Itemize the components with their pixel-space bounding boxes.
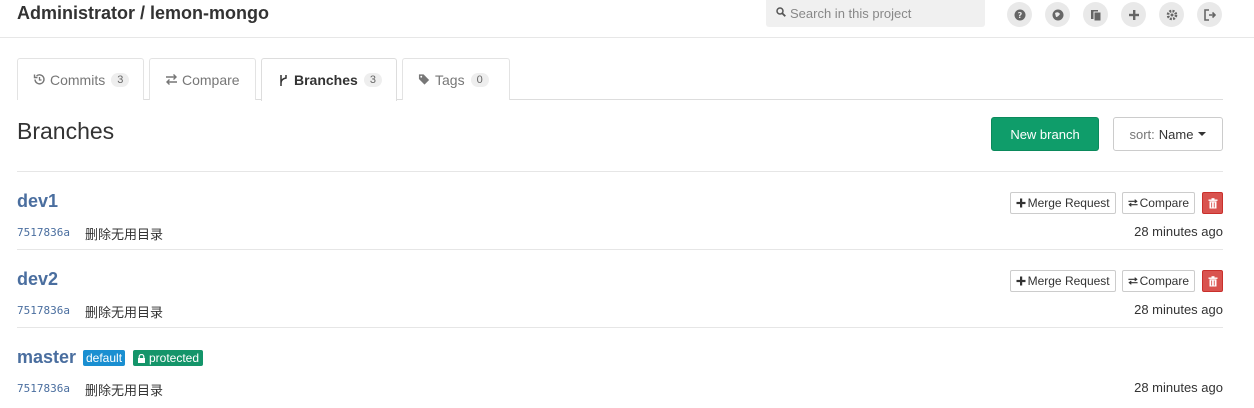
merge-request-button[interactable]: Merge Request bbox=[1009, 192, 1116, 214]
count-badge: 3 bbox=[363, 73, 382, 87]
commit-sha[interactable]: 7517836a bbox=[17, 382, 70, 395]
merge-request-label: Merge Request bbox=[1027, 196, 1110, 210]
project-title[interactable]: Administrator / lemon-mongo bbox=[17, 3, 269, 24]
compare-label: Compare bbox=[1139, 274, 1189, 288]
search-icon bbox=[776, 7, 786, 17]
merge-request-button[interactable]: Merge Request bbox=[1009, 270, 1116, 292]
merge-request-label: Merge Request bbox=[1027, 274, 1110, 288]
commit-message: 删除无用目录 bbox=[85, 305, 164, 320]
project-tabs: Commits 3 Compare Branches 3 Tags 0 bbox=[17, 58, 1223, 101]
protected-label: protected bbox=[149, 351, 200, 365]
tab-label: Tags bbox=[435, 71, 465, 88]
caret-down-icon bbox=[1198, 132, 1207, 136]
commit-sha[interactable]: 7517836a bbox=[17, 226, 70, 239]
plus-icon bbox=[1016, 276, 1026, 286]
commit-message: 删除无用目录 bbox=[85, 227, 164, 242]
tab-label: Commits bbox=[50, 71, 106, 88]
sort-value: Name bbox=[1158, 126, 1194, 142]
tab-tags[interactable]: Tags 0 bbox=[402, 58, 510, 100]
exchange-icon bbox=[1128, 199, 1138, 207]
tab-commits[interactable]: Commits 3 bbox=[17, 58, 144, 100]
tab-compare[interactable]: Compare bbox=[149, 58, 256, 100]
branch-actions: Merge Request Compare bbox=[1004, 270, 1223, 292]
compare-label: Compare bbox=[1139, 196, 1189, 210]
top-header: Administrator / lemon-mongo ? bbox=[0, 0, 1254, 38]
tab-label: Branches bbox=[294, 72, 358, 88]
new-branch-button[interactable]: New branch bbox=[991, 117, 1099, 151]
commit-time: 28 minutes ago bbox=[1134, 224, 1223, 239]
exchange-icon bbox=[166, 74, 177, 85]
globe-icon[interactable] bbox=[1045, 2, 1070, 27]
commit-sha[interactable]: 7517836a bbox=[17, 304, 70, 317]
search-box[interactable] bbox=[766, 0, 985, 27]
plus-icon[interactable] bbox=[1121, 2, 1146, 27]
branch-name[interactable]: dev2 bbox=[17, 269, 58, 290]
search-input[interactable] bbox=[790, 3, 980, 23]
help-icon[interactable]: ? bbox=[1007, 2, 1032, 27]
logout-icon[interactable] bbox=[1197, 2, 1222, 27]
exchange-icon bbox=[1128, 277, 1138, 285]
commit-time: 28 minutes ago bbox=[1134, 380, 1223, 395]
snippets-icon[interactable] bbox=[1083, 2, 1108, 27]
trash-icon bbox=[1208, 275, 1217, 286]
compare-button[interactable]: Compare bbox=[1121, 270, 1195, 292]
commit-time: 28 minutes ago bbox=[1134, 302, 1223, 317]
plus-icon bbox=[1016, 198, 1026, 208]
branch-row: dev2 Merge Request Compare 7517836a 删除无用… bbox=[17, 249, 1223, 327]
branch-list: dev1 Merge Request Compare 7517836a 删除无用… bbox=[17, 171, 1223, 405]
commit-message: 删除无用目录 bbox=[85, 383, 164, 398]
sort-label: sort: bbox=[1129, 126, 1155, 142]
delete-branch-button[interactable] bbox=[1202, 270, 1223, 292]
protected-badge: protected bbox=[133, 350, 204, 366]
branch-row: master default protected 7517836a 删除无用目录… bbox=[17, 327, 1223, 405]
lock-icon bbox=[138, 353, 145, 363]
compare-button[interactable]: Compare bbox=[1121, 192, 1195, 214]
sort-dropdown[interactable]: sort: Name bbox=[1113, 117, 1223, 151]
branch-name[interactable]: master bbox=[17, 347, 76, 368]
gear-icon[interactable] bbox=[1159, 2, 1184, 27]
branch-name[interactable]: dev1 bbox=[17, 191, 58, 212]
history-icon bbox=[33, 74, 45, 85]
branch-row: dev1 Merge Request Compare 7517836a 删除无用… bbox=[17, 171, 1223, 249]
default-badge: default bbox=[83, 350, 126, 366]
count-badge: 3 bbox=[111, 72, 130, 87]
page-title: Branches bbox=[17, 118, 115, 144]
delete-branch-button[interactable] bbox=[1202, 192, 1223, 214]
tab-label: Compare bbox=[182, 71, 240, 88]
branch-actions: Merge Request Compare bbox=[1004, 192, 1223, 214]
trash-icon bbox=[1208, 197, 1217, 208]
tab-branches[interactable]: Branches 3 bbox=[261, 58, 397, 101]
tag-icon bbox=[418, 74, 430, 85]
branch-icon bbox=[280, 74, 287, 86]
count-badge: 0 bbox=[470, 72, 489, 87]
svg-text:?: ? bbox=[1017, 11, 1022, 20]
